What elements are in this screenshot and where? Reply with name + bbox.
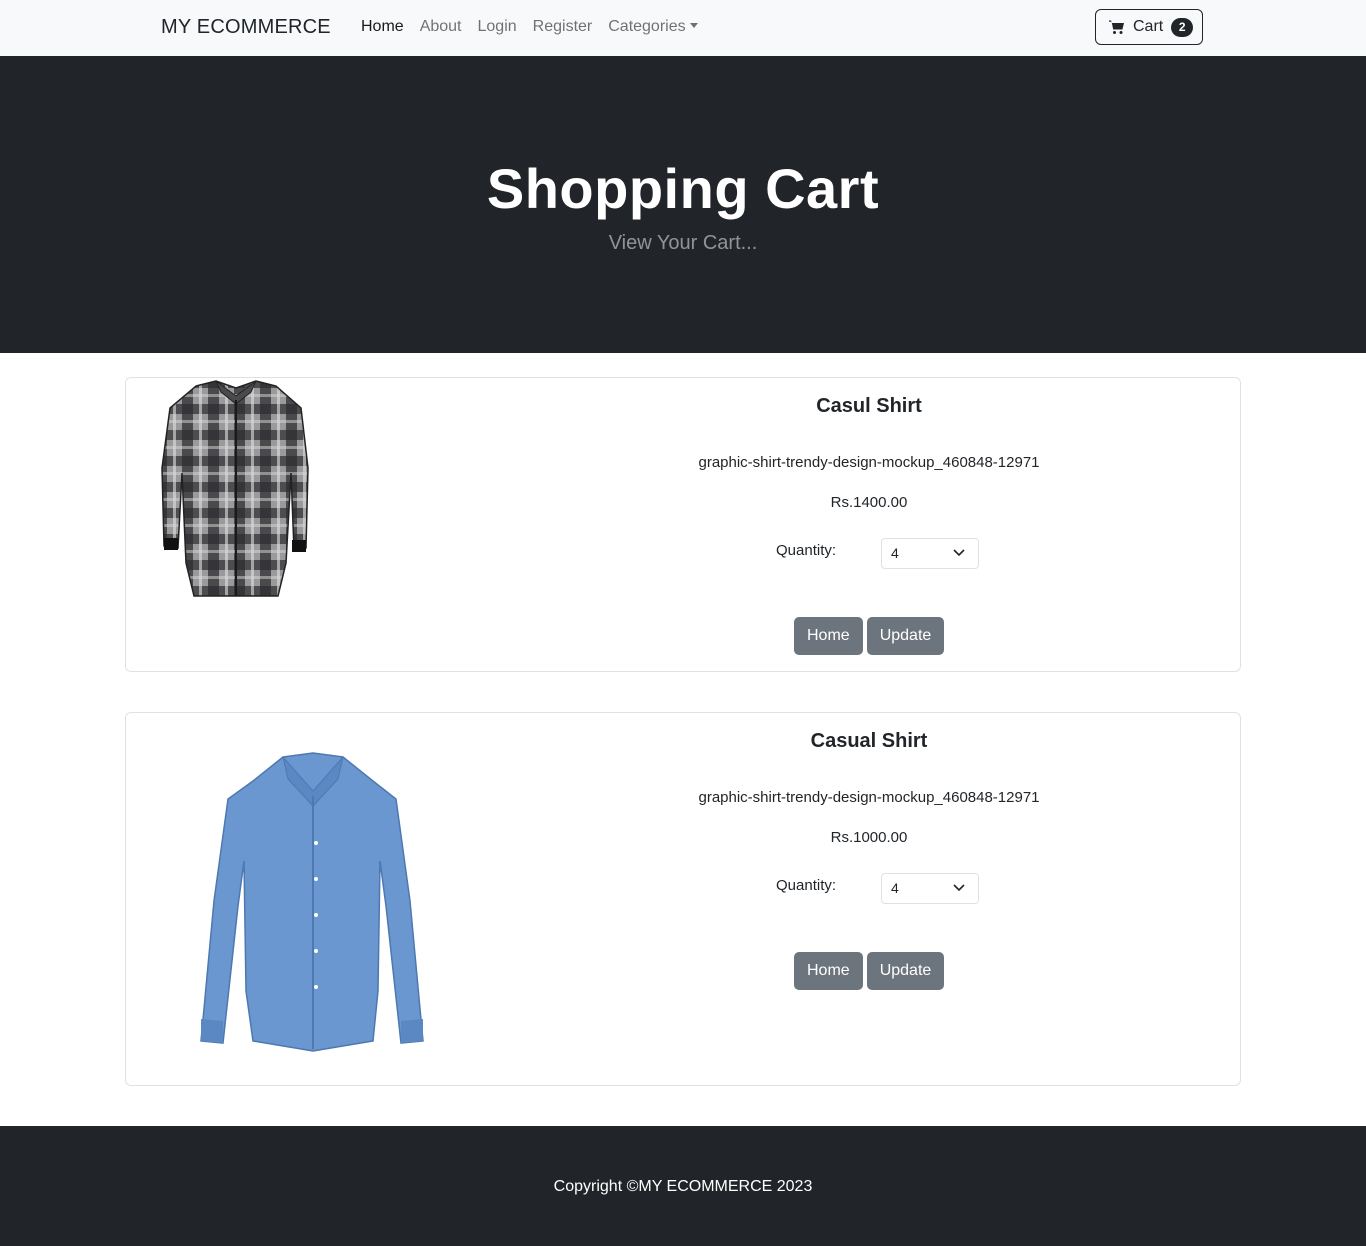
page-title: Shopping Cart — [486, 157, 880, 220]
chevron-down-icon — [953, 884, 965, 892]
nav-about-link[interactable]: About — [420, 18, 462, 36]
categories-label: Categories — [608, 18, 686, 35]
cart-icon — [1109, 20, 1124, 34]
brand-logo[interactable]: MY ECOMMERCE — [161, 16, 331, 39]
cart-item-card: Casul Shirt graphic-shirt-trendy-design-… — [125, 377, 1241, 672]
cart-item-card: Casual Shirt graphic-shirt-trendy-design… — [125, 712, 1241, 1086]
blue-shirt-image — [200, 752, 424, 1052]
quantity-label: Quantity: — [776, 542, 837, 559]
home-button[interactable]: Home — [794, 952, 863, 990]
page-subtitle: View Your Cart... — [608, 232, 758, 254]
cart-count-badge: 2 — [1171, 17, 1194, 37]
item-price: Rs.1400.00 — [830, 494, 908, 511]
quantity-select[interactable]: 4 — [881, 873, 979, 904]
home-button[interactable]: Home — [794, 617, 863, 655]
cart-button[interactable]: Cart 2 — [1095, 9, 1203, 45]
item-title: Casul Shirt — [816, 395, 922, 417]
copyright-text: Copyright ©MY ECOMMERCE 2023 — [553, 1178, 813, 1195]
item-price: Rs.1000.00 — [830, 829, 908, 846]
quantity-label: Quantity: — [776, 877, 837, 894]
nav-categories-dropdown[interactable]: Categories — [608, 18, 698, 36]
item-actions: Home Update — [794, 952, 948, 990]
nav-links: Home About Login Register Categories — [361, 18, 714, 36]
quantity-select[interactable]: 4 — [881, 538, 979, 569]
item-actions: Home Update — [794, 617, 948, 655]
quantity-value: 4 — [891, 545, 899, 561]
navbar: MY ECOMMERCE Home About Login Register C… — [0, 0, 1366, 56]
chevron-down-icon — [953, 549, 965, 557]
cart-label: Cart — [1133, 18, 1164, 35]
nav-home-link[interactable]: Home — [361, 18, 404, 36]
item-description: graphic-shirt-trendy-design-mockup_46084… — [698, 454, 1040, 471]
plaid-shirt-image — [161, 380, 309, 597]
footer: Copyright ©MY ECOMMERCE 2023 — [0, 1126, 1366, 1246]
item-title: Casual Shirt — [810, 730, 928, 752]
update-button[interactable]: Update — [866, 617, 945, 655]
hero-header: Shopping Cart View Your Cart... — [0, 56, 1366, 353]
nav-register-link[interactable]: Register — [533, 18, 593, 36]
caret-down-icon — [689, 23, 698, 28]
nav-login-link[interactable]: Login — [478, 18, 517, 36]
quantity-value: 4 — [891, 880, 899, 896]
item-description: graphic-shirt-trendy-design-mockup_46084… — [698, 789, 1040, 806]
update-button[interactable]: Update — [866, 952, 945, 990]
